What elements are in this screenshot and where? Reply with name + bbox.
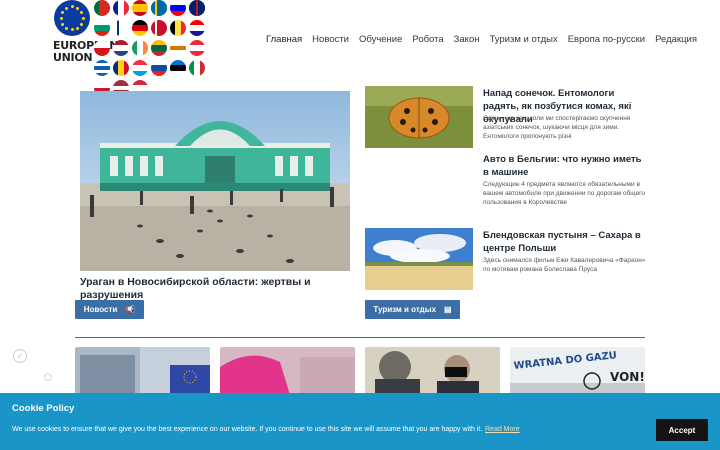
flag-germany-icon — [132, 20, 148, 36]
flag-italy-icon — [189, 60, 205, 76]
thumb-graffiti[interactable]: WRATNA DO GAZU VON! — [510, 347, 645, 395]
flag-austria-icon — [189, 40, 205, 56]
thumb-court-people[interactable] — [365, 347, 500, 395]
nav-item-work[interactable]: Робота — [412, 34, 443, 45]
side-article-3-text: Здесь снимался фильм Ежи Кавалеровича «Ф… — [483, 257, 646, 273]
nav-item-europe-russian[interactable]: Европа по-русски — [568, 34, 645, 45]
flag-sweden-icon — [151, 0, 167, 16]
news-category-button[interactable]: Новости 📢 — [75, 300, 144, 319]
card-icon: ▤ — [444, 305, 452, 314]
side-article-2-title[interactable]: Авто в Бельгии: что нужно иметь в машине — [483, 153, 648, 179]
side-article-2-text: Следующие 4 предмета являются обязательн… — [483, 181, 646, 206]
main-nav: Главная Новости Обучение Робота Закон Ту… — [266, 34, 697, 45]
flag-slovenia-icon — [170, 0, 186, 16]
flag-bulgaria-icon — [94, 20, 110, 36]
travel-category-button[interactable]: Туризм и отдых ▤ — [365, 300, 460, 319]
nav-item-home[interactable]: Главная — [266, 34, 302, 45]
cookie-text: We use cookies to ensure that we give yo… — [12, 426, 483, 433]
site-logo[interactable]: EUROPEAN UNION — [52, 0, 220, 96]
nav-item-editorial[interactable]: Редакция — [655, 34, 697, 45]
flag-france-icon — [113, 0, 129, 16]
accept-cookies-button[interactable]: Accept — [656, 419, 708, 441]
flag-estonia-icon — [170, 60, 186, 76]
cookie-read-more-link[interactable]: Read More — [485, 426, 520, 433]
hero-title[interactable]: Ураган в Новосибирской области: жертвы и… — [80, 276, 370, 302]
flag-greece-icon — [94, 60, 110, 76]
eu-flag-icon — [54, 0, 90, 36]
nav-item-education[interactable]: Обучение — [359, 34, 402, 45]
flag-uk-icon — [189, 0, 205, 16]
nav-item-law[interactable]: Закон — [454, 34, 480, 45]
ladybug-image[interactable] — [365, 86, 473, 148]
nav-item-news[interactable]: Новости — [312, 34, 349, 45]
cookie-banner: Cookie Policy We use cookies to ensure t… — [0, 393, 720, 450]
flag-denmark-icon — [151, 20, 167, 36]
travel-category-label: Туризм и отдых — [373, 305, 437, 314]
member-flags — [94, 0, 206, 96]
side-article-3-title[interactable]: Блендовская пустыня – Сахара в центре По… — [483, 229, 648, 255]
flag-netherlands-icon — [113, 40, 129, 56]
flag-finland-icon — [113, 20, 129, 36]
flag-ireland-icon — [132, 40, 148, 56]
flag-lithuania-icon — [151, 40, 167, 56]
nav-item-travel[interactable]: Туризм и отдых — [489, 34, 557, 45]
flag-spain-icon — [132, 0, 148, 16]
flag-slovakia-icon — [151, 60, 167, 76]
flag-belgium-icon — [170, 20, 186, 36]
flag-portugal-icon — [94, 0, 110, 16]
section-divider — [75, 337, 645, 338]
flag-cyprus-icon — [170, 40, 186, 56]
flag-czechia-icon — [94, 40, 110, 56]
privacy-shield-icon[interactable]: ◯ — [44, 373, 52, 381]
flag-croatia-icon — [189, 20, 205, 36]
thumb-pink-clothing[interactable] — [220, 347, 355, 395]
hero-image[interactable] — [80, 91, 350, 271]
side-article-1-text: Осінь – це час, коли ми спостерігаємо ск… — [483, 115, 631, 140]
cookie-title: Cookie Policy — [12, 403, 75, 414]
flag-romania-icon — [113, 60, 129, 76]
shield-check-icon[interactable]: ✓ — [13, 349, 27, 363]
graffiti-text-2: VON! — [610, 370, 645, 384]
news-category-label: Новости — [83, 305, 118, 314]
desert-image[interactable] — [365, 228, 473, 290]
megaphone-icon: 📢 — [125, 305, 136, 314]
thumb-eu-building[interactable] — [75, 347, 210, 395]
flag-luxembourg-icon — [132, 60, 148, 76]
